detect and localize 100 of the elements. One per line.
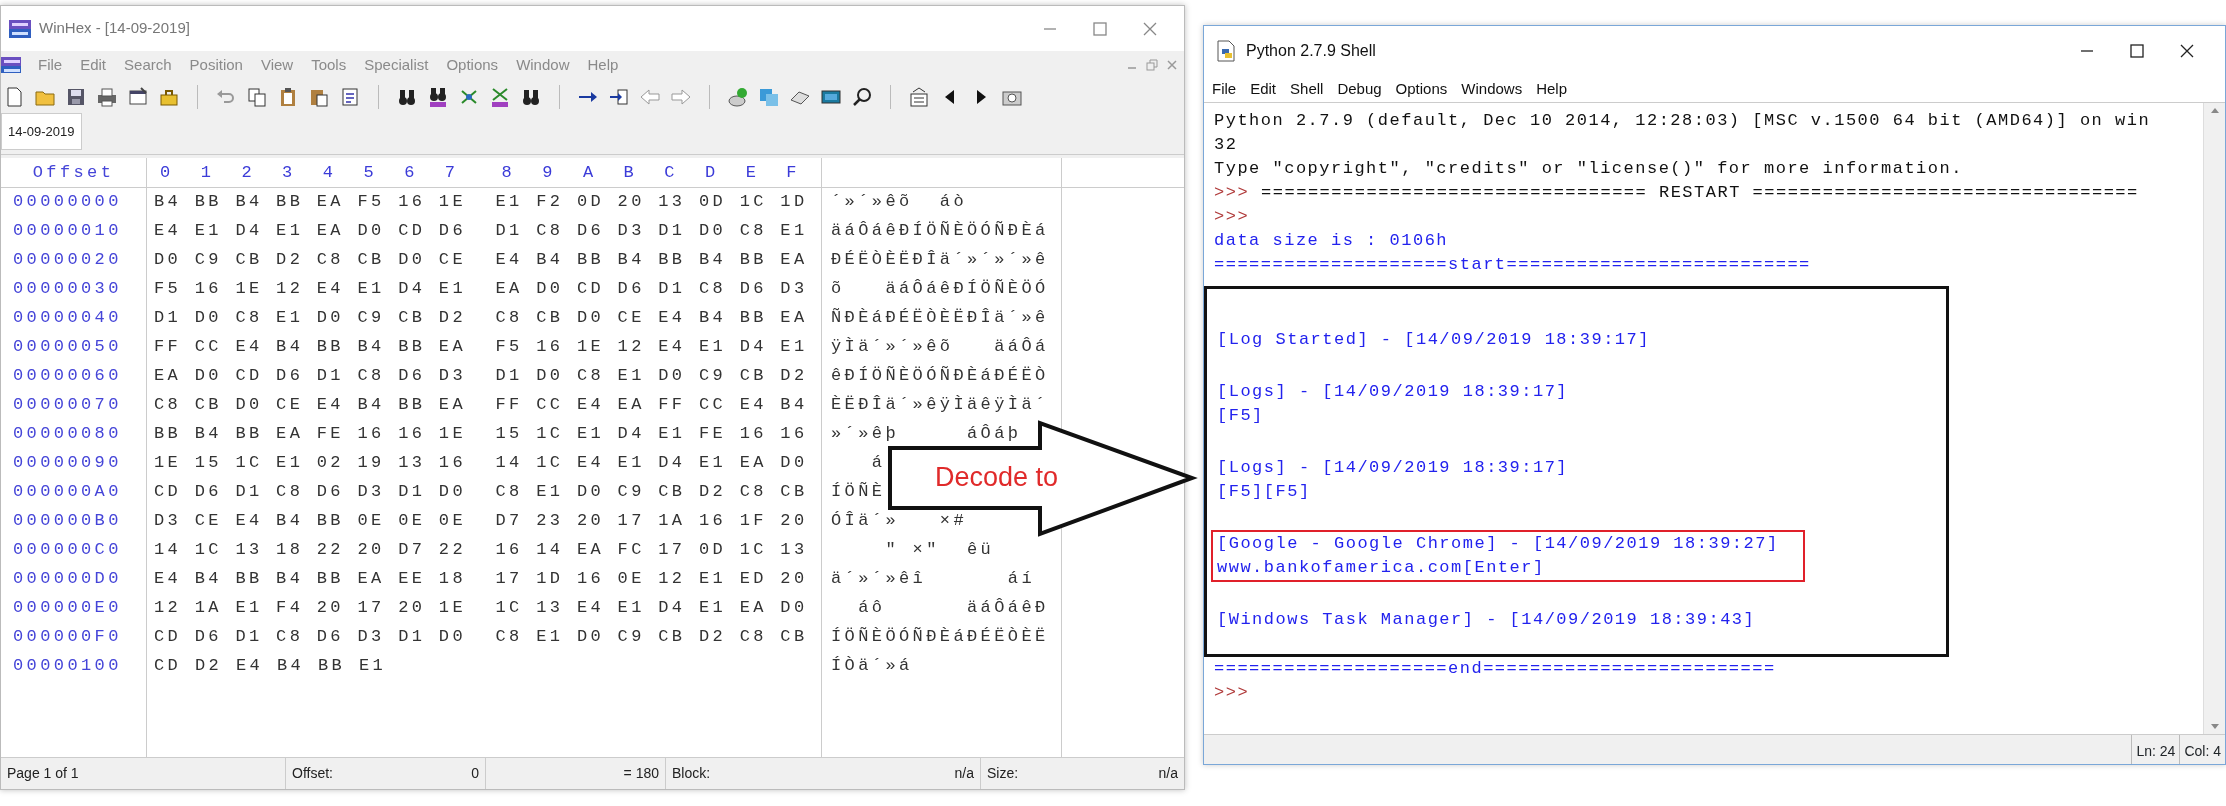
hex-byte: D3 xyxy=(154,509,183,532)
binoculars-tag-icon[interactable] xyxy=(427,86,449,108)
log-line: [Windows Task Manager] - [14/09/2019 18:39:43] xyxy=(1217,610,1756,629)
hex-byte: D0 xyxy=(576,306,606,329)
tab[interactable]: 14-09-2019 xyxy=(1,112,82,150)
hex-byte: BB xyxy=(154,422,183,445)
hex-byte: B4 xyxy=(536,248,565,271)
menu-item[interactable]: Search xyxy=(123,53,173,77)
hex-byte: D2 xyxy=(698,480,728,503)
menu-item[interactable]: Shell xyxy=(1290,77,1324,101)
hex-byte: D3 xyxy=(357,625,386,648)
console-output: data size is : 0106h xyxy=(1214,231,1449,250)
menu-item[interactable]: Help xyxy=(586,53,620,77)
scatter-tag-icon[interactable] xyxy=(489,86,511,108)
close-icon[interactable] xyxy=(2179,43,2195,59)
hex-byte: D6 xyxy=(739,277,768,300)
file-icon xyxy=(1216,40,1236,62)
hex-byte: EA xyxy=(780,248,809,271)
hex-byte: 16 xyxy=(438,451,468,474)
hex-byte: C8 xyxy=(576,364,606,387)
search-icon[interactable] xyxy=(851,86,873,108)
scroll-up-icon[interactable] xyxy=(2209,106,2220,114)
hex-byte: CE xyxy=(276,393,305,416)
column-header: 8 xyxy=(500,161,517,184)
menu-item[interactable]: File xyxy=(1212,77,1237,101)
hex-byte: F5 xyxy=(357,190,386,213)
hex-byte: 0D xyxy=(698,538,728,561)
hex-byte: D0 xyxy=(780,451,809,474)
menu-item[interactable]: Edit xyxy=(79,53,108,77)
menu-item[interactable]: Debug xyxy=(1337,77,1382,101)
column-header: C xyxy=(663,161,679,184)
hex-byte: D2 xyxy=(780,364,809,387)
data-icon[interactable] xyxy=(339,86,361,108)
menu-item[interactable]: File xyxy=(37,53,64,77)
offset-cell-text: 00000010 xyxy=(12,219,123,242)
menu-item[interactable]: Position xyxy=(188,53,244,77)
offset-cell-text: 000000A0 xyxy=(12,480,123,503)
hex-byte: 1D xyxy=(780,190,809,213)
hex-byte: 20 xyxy=(780,509,809,532)
hex-byte: 18 xyxy=(438,567,468,590)
hex-byte: D0 xyxy=(398,248,427,271)
hex-byte: B4 xyxy=(276,509,305,532)
disk-icon[interactable] xyxy=(727,86,749,108)
hex-byte: EA xyxy=(739,596,768,619)
printer-icon[interactable] xyxy=(96,86,118,108)
copy-disk-icon[interactable] xyxy=(758,86,780,108)
hex-byte: 16 xyxy=(357,422,386,445)
offset-cell-text: 00000080 xyxy=(12,422,123,445)
save-icon[interactable] xyxy=(65,86,87,108)
status-label: Offset: xyxy=(292,764,333,783)
menu-item[interactable]: Options xyxy=(445,53,500,77)
hex-byte: 1E xyxy=(154,451,183,474)
hex-byte: 16 xyxy=(398,422,427,445)
hex-byte: E1 xyxy=(194,219,223,242)
hex-byte: E1 xyxy=(357,277,386,300)
hex-byte: C8 xyxy=(235,306,264,329)
maximize-icon[interactable] xyxy=(2129,43,2145,59)
hex-byte: D0 xyxy=(658,364,687,387)
menu-item[interactable]: Edit xyxy=(1250,77,1277,101)
menu-item[interactable]: Options xyxy=(1395,77,1448,101)
hex-byte: 12 xyxy=(658,567,687,590)
hex-byte: B4 xyxy=(357,335,386,358)
hex-byte: E4 xyxy=(576,393,606,416)
hex-byte: 1C xyxy=(495,596,524,619)
hex-byte: E4 xyxy=(739,393,768,416)
hex-byte: BB xyxy=(194,190,223,213)
hex-byte: E4 xyxy=(316,393,345,416)
hex-byte: D1 xyxy=(658,219,687,242)
menu-item[interactable]: Windows xyxy=(1461,77,1523,101)
menu-item[interactable]: Help xyxy=(1536,77,1567,101)
hex-byte: F2 xyxy=(536,190,565,213)
status-text: Page 1 of 1 xyxy=(7,764,79,783)
hex-byte: CB xyxy=(398,306,427,329)
hex-byte: C8 xyxy=(536,219,565,242)
hex-byte: F5 xyxy=(154,277,183,300)
menu-item[interactable]: Tools xyxy=(310,53,348,77)
column-header: 4 xyxy=(321,161,338,184)
hex-byte: 1C xyxy=(536,422,565,445)
menu-item[interactable]: Specialist xyxy=(363,53,430,77)
hex-byte: 16 xyxy=(194,277,223,300)
hex-byte: E1 xyxy=(780,335,809,358)
hex-byte: D6 xyxy=(617,277,646,300)
hex-logo-icon[interactable] xyxy=(1,57,21,73)
hex-byte: C8 xyxy=(739,625,768,648)
status-value: 0 xyxy=(471,764,479,783)
hex-byte: C9 xyxy=(194,248,223,271)
column-header: 2 xyxy=(240,161,256,184)
copy-icon[interactable] xyxy=(246,86,268,108)
hex-byte: BB xyxy=(235,422,264,445)
hex-byte: D0 xyxy=(357,219,386,242)
window-icon[interactable] xyxy=(127,86,149,108)
hex-byte: D2 xyxy=(438,306,468,329)
scroll-down-icon[interactable] xyxy=(2209,723,2220,731)
menu-item[interactable]: Window xyxy=(515,53,571,77)
column-header: 9 xyxy=(541,161,557,184)
hex-byte: 1C xyxy=(194,538,223,561)
hex-byte: 16 xyxy=(536,335,565,358)
hex-byte: 16 xyxy=(698,509,728,532)
menu-item[interactable]: View xyxy=(259,53,295,77)
goto-icon[interactable] xyxy=(608,86,630,108)
